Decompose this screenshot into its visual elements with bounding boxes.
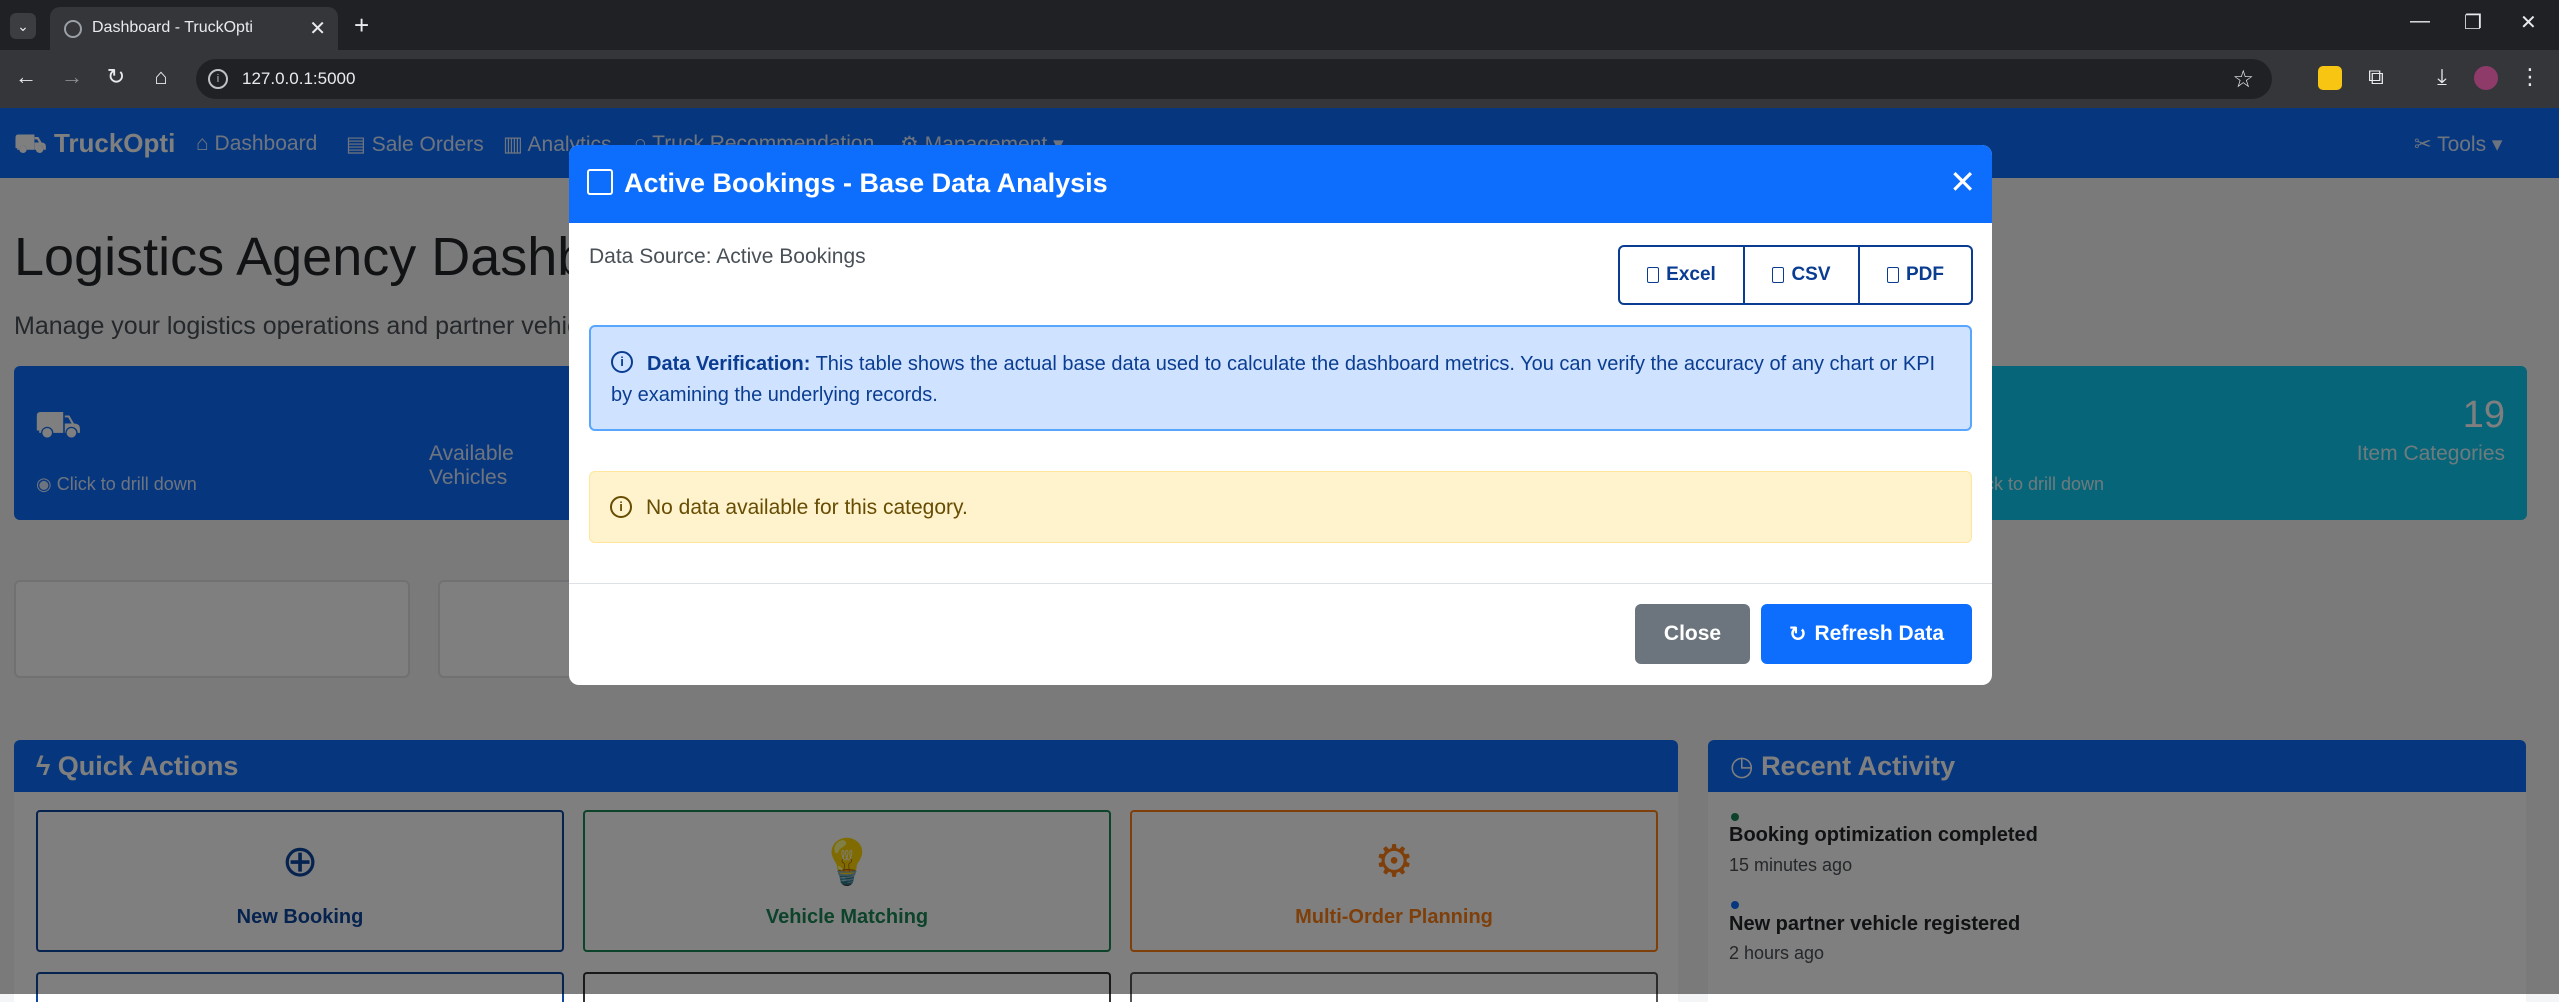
file-excel-icon xyxy=(1647,267,1660,283)
refresh-data-button[interactable]: ↻ Refresh Data xyxy=(1761,604,1972,664)
back-icon[interactable]: ← xyxy=(12,64,40,90)
download-icon[interactable]: ⤓ xyxy=(2428,64,2456,90)
close-tab-icon[interactable]: ✕ xyxy=(309,16,326,41)
forward-icon[interactable]: → xyxy=(58,64,86,90)
modal-footer-divider xyxy=(569,583,1992,584)
export-pdf-button[interactable]: PDF xyxy=(1860,245,1973,305)
extension-icon[interactable] xyxy=(2318,66,2342,90)
refresh-icon: ↻ xyxy=(1788,622,1807,646)
site-info-icon[interactable]: i xyxy=(208,69,228,89)
data-verification-alert: i Data Verification: This table shows th… xyxy=(589,325,1972,431)
data-source-label: Data Source: Active Bookings xyxy=(589,245,866,268)
base-data-modal: Active Bookings - Base Data Analysis ✕ D… xyxy=(569,145,1992,685)
modal-title: Active Bookings - Base Data Analysis xyxy=(624,168,1108,198)
reload-icon[interactable]: ↻ xyxy=(102,64,130,90)
new-tab-button[interactable]: + xyxy=(354,10,369,41)
address-bar[interactable]: i 127.0.0.1:5000 ☆ xyxy=(196,59,2272,99)
table-icon xyxy=(587,169,613,195)
file-csv-icon xyxy=(1772,267,1785,283)
browser-tab-bar: ⌄ Dashboard - TruckOpti ✕ + — ❐ ✕ xyxy=(0,0,2559,50)
info-icon: i xyxy=(610,496,632,518)
extensions-puzzle-icon[interactable]: ⧉ xyxy=(2362,64,2390,90)
browser-menu-icon[interactable]: ⋮ xyxy=(2516,64,2544,90)
globe-icon xyxy=(64,20,82,38)
restore-window-icon[interactable]: ❐ xyxy=(2464,10,2482,35)
export-button-group: Excel CSV PDF xyxy=(1618,245,1973,305)
tab-search-dropdown-icon[interactable]: ⌄ xyxy=(10,13,36,39)
close-icon[interactable]: ✕ xyxy=(1949,163,1976,201)
url-text[interactable]: 127.0.0.1:5000 xyxy=(242,69,355,89)
modal-header: Active Bookings - Base Data Analysis ✕ xyxy=(569,145,1992,223)
export-excel-button[interactable]: Excel xyxy=(1618,245,1745,305)
profile-avatar[interactable] xyxy=(2474,66,2498,90)
tab-title: Dashboard - TruckOpti xyxy=(92,19,253,36)
browser-tab-active[interactable]: Dashboard - TruckOpti ✕ xyxy=(50,7,338,50)
close-window-icon[interactable]: ✕ xyxy=(2520,10,2537,35)
bookmark-star-icon[interactable]: ☆ xyxy=(2232,65,2254,94)
alert-text: No data available for this category. xyxy=(646,496,968,519)
export-csv-button[interactable]: CSV xyxy=(1745,245,1860,305)
browser-toolbar: ← → ↻ ⌂ i 127.0.0.1:5000 ☆ ⧉ ⤓ ⋮ xyxy=(0,50,2559,108)
alert-text: Data Verification: This table shows the … xyxy=(611,353,1936,406)
file-pdf-icon xyxy=(1887,267,1899,283)
home-icon[interactable]: ⌂ xyxy=(147,64,175,90)
minimize-window-icon[interactable]: — xyxy=(2410,10,2430,33)
no-data-alert: i No data available for this category. xyxy=(589,471,1972,543)
close-button[interactable]: Close xyxy=(1635,604,1750,664)
